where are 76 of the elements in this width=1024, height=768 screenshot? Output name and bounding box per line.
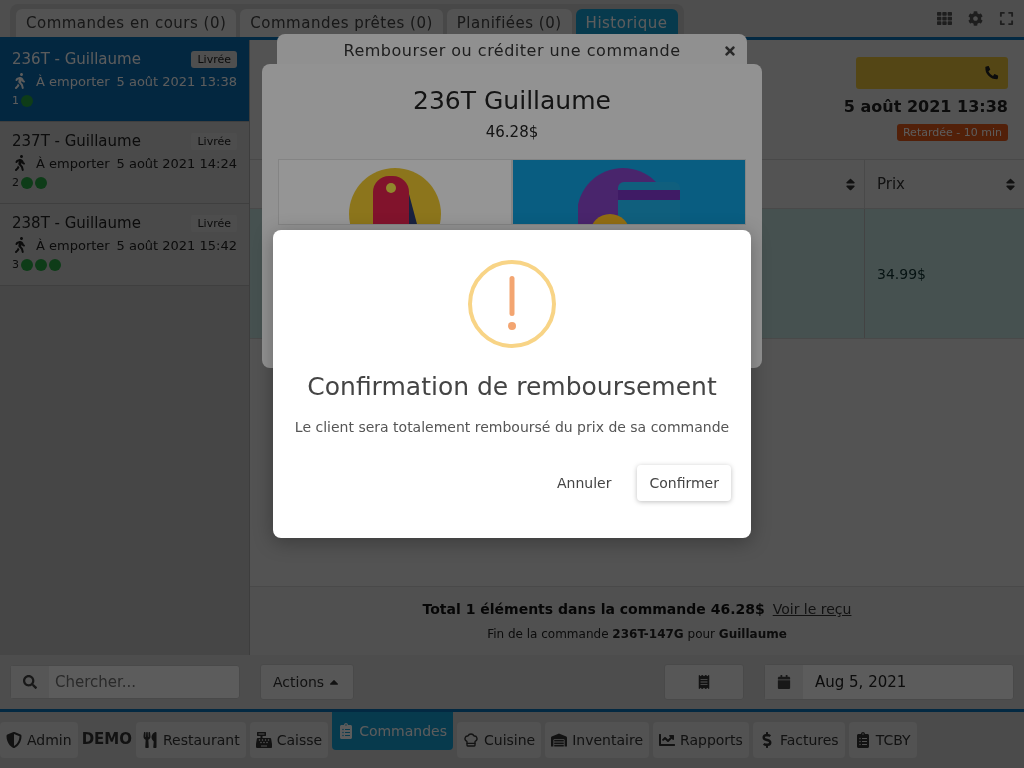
- date-field[interactable]: Aug 5, 2021: [764, 664, 1014, 700]
- nav-button[interactable]: Inventaire: [545, 722, 649, 758]
- order-footer: Fin de la commande 236T-147G pour Guillaume: [487, 627, 787, 641]
- column-header[interactable]: Prix: [864, 160, 1024, 208]
- chef-hat-icon: [463, 732, 479, 748]
- order-datetime: 5 août 2021 13:38: [116, 73, 237, 89]
- status-dot: [35, 258, 47, 271]
- cancel-button[interactable]: Annuler: [544, 465, 624, 501]
- receipt-icon: [697, 675, 711, 689]
- shield-icon: [6, 732, 22, 748]
- nav-button[interactable]: Admin: [0, 722, 78, 758]
- status-dot: [49, 258, 61, 271]
- order-mode: À emporter: [36, 237, 110, 253]
- order-title: 238T - Guillaume: [12, 214, 141, 232]
- sort-icon[interactable]: [1003, 176, 1018, 192]
- item-count: 3: [12, 258, 19, 271]
- top-tab[interactable]: Planifiées (0): [446, 9, 572, 37]
- order-total: Total 1 éléments dans la commande 46.28$: [422, 601, 765, 617]
- nav-button[interactable]: Commandes: [332, 712, 453, 750]
- status-dot: [21, 258, 33, 271]
- receipt-button[interactable]: [664, 664, 744, 700]
- settings-icon[interactable]: [968, 11, 983, 26]
- order-title: 237T - Guillaume: [12, 132, 141, 150]
- receipt-link[interactable]: Voir le reçu: [772, 601, 852, 617]
- price-cell: 34.99$: [864, 209, 1024, 338]
- order-datetime: 5 août 2021 14:24: [116, 155, 237, 171]
- dialog-message: Le client sera totalement remboursé du prix de sa commande: [294, 419, 730, 435]
- table-icon[interactable]: [937, 11, 952, 26]
- modal-amount: 46.28$: [485, 123, 539, 141]
- cash-register-icon: [255, 732, 272, 748]
- top-tab[interactable]: Commandes prêtes (0): [240, 9, 443, 37]
- top-tab[interactable]: Historique: [575, 9, 678, 37]
- brand-label: DEMO: [81, 730, 132, 748]
- item-count: 1: [12, 94, 19, 107]
- nav-button[interactable]: TCBY: [848, 722, 917, 758]
- walking-person-icon: [12, 237, 28, 253]
- order-date: 5 août 2021 13:38: [843, 97, 1008, 116]
- warning-icon: [468, 260, 556, 348]
- status-dot: [21, 94, 33, 107]
- nav-button[interactable]: Factures: [752, 722, 845, 758]
- nav-button[interactable]: Rapports: [653, 722, 749, 758]
- utensils-icon: [142, 732, 158, 748]
- sort-icon[interactable]: [843, 176, 858, 192]
- order-mode: À emporter: [36, 73, 110, 89]
- nav-button[interactable]: Restaurant: [136, 722, 246, 758]
- item-count: 2: [12, 176, 19, 189]
- status-dot: [21, 176, 33, 189]
- phone-icon: [984, 66, 998, 80]
- nav-button[interactable]: Cuisine: [457, 722, 542, 758]
- clipboard-icon: [854, 732, 871, 748]
- delay-badge: Retardée - 10 min: [896, 124, 1008, 141]
- order-mode: À emporter: [36, 155, 110, 171]
- line-chart-icon: [659, 732, 675, 748]
- order-title: 236T - Guillaume: [12, 50, 141, 68]
- dialog-title: Confirmation de remboursement: [307, 372, 717, 401]
- modal-title: Rembourser ou créditer une commande: [277, 34, 747, 66]
- order-datetime: 5 août 2021 15:42: [116, 237, 237, 253]
- status-dot: [35, 176, 47, 189]
- modal-heading: 236T Guillaume: [413, 86, 611, 115]
- walking-person-icon: [12, 73, 28, 89]
- credit-option[interactable]: [512, 159, 746, 225]
- actions-button[interactable]: Actions: [260, 664, 355, 700]
- status-badge: Livrée: [191, 50, 237, 68]
- fullscreen-icon[interactable]: [999, 11, 1014, 26]
- order-item[interactable]: 237T - Guillaume Livrée À emporter 5 août 2021 14:24 2: [0, 122, 249, 204]
- clipboard-icon: [338, 723, 355, 739]
- refund-option[interactable]: [278, 159, 512, 225]
- search-icon: [23, 675, 37, 689]
- top-tab[interactable]: Commandes en cours (0): [16, 9, 237, 37]
- nav-button[interactable]: Caisse: [249, 722, 329, 758]
- close-icon[interactable]: [723, 44, 737, 58]
- calendar-icon: [777, 675, 791, 689]
- order-item[interactable]: 238T - Guillaume Livrée À emporter 5 août 2021 15:42 3: [0, 204, 249, 286]
- order-item[interactable]: 236T - Guillaume Livrée À emporter 5 août 2021 13:38 1: [0, 40, 249, 122]
- confirm-button[interactable]: Confirmer: [637, 465, 731, 501]
- walking-person-icon: [12, 155, 28, 171]
